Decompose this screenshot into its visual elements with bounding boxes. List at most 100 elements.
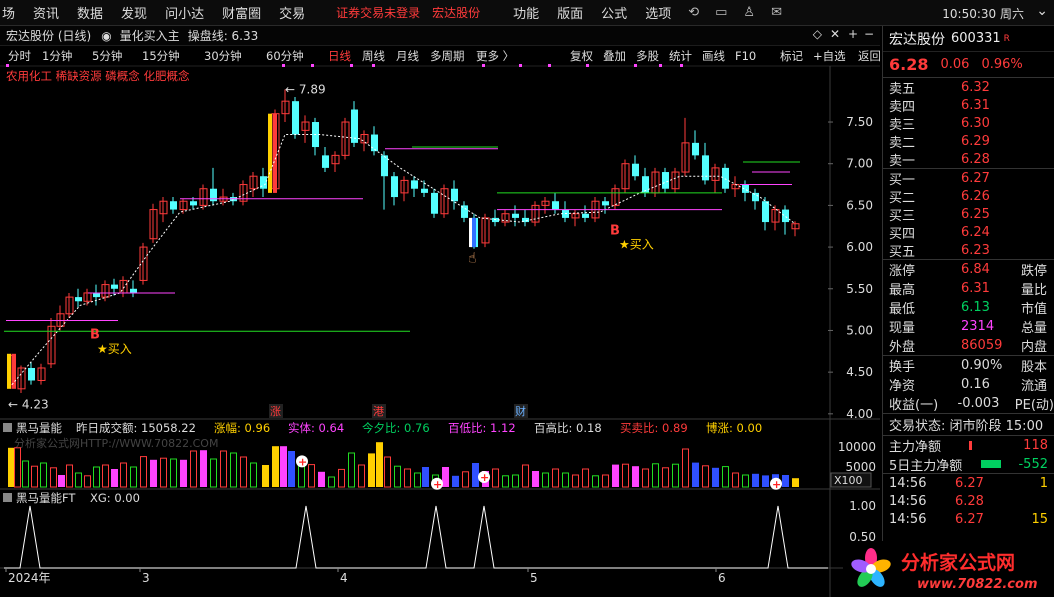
refresh-icon[interactable]: ⟲ xyxy=(680,5,707,20)
period-tab-8[interactable]: 月线 xyxy=(396,49,419,63)
event-badge-0[interactable]: 涨 xyxy=(270,405,281,418)
volume-bar xyxy=(66,464,73,488)
stock-code: 600331 xyxy=(951,31,1001,46)
volume-bar xyxy=(622,463,629,488)
sell-level-2[interactable]: 卖三 6.30 xyxy=(883,114,1054,133)
sell-level-4[interactable]: 卖一 6.28 xyxy=(883,150,1054,169)
message-icon[interactable]: ▭ xyxy=(707,5,735,20)
vol-stat-1: 涨幅: 0.96 xyxy=(214,421,270,435)
event-badge-2[interactable]: 财 xyxy=(515,404,526,418)
candle-body xyxy=(322,155,329,168)
chart-tool-6[interactable]: 标记 xyxy=(780,49,803,63)
indicator-line-value: 操盘线: 6.33 xyxy=(187,29,259,43)
period-tab-7[interactable]: 周线 xyxy=(362,49,385,63)
menu-item-news[interactable]: 资讯 xyxy=(24,3,68,22)
event-badge-1[interactable]: 港 xyxy=(373,405,384,418)
ft-indicator-name[interactable]: 黑马量能FT xyxy=(16,491,76,505)
buy-level-1[interactable]: 买二 6.26 xyxy=(883,187,1054,206)
menu-item-ask[interactable]: 问小达 xyxy=(156,3,213,22)
period-tab-1[interactable]: 1分钟 xyxy=(42,49,72,63)
sell-level-0[interactable]: 卖五 6.32 xyxy=(883,78,1054,97)
indicator-toggle-icon[interactable] xyxy=(3,493,12,502)
sell-level-1[interactable]: 卖四 6.31 xyxy=(883,96,1054,115)
volume-bar xyxy=(542,472,549,488)
signal-dot xyxy=(6,64,9,67)
candle-body xyxy=(130,288,137,293)
candle-body xyxy=(602,201,609,206)
diamond-icon[interactable]: ◇ xyxy=(809,27,826,41)
volume-bar xyxy=(348,452,355,488)
menu-item-options[interactable]: 选项 xyxy=(636,3,680,22)
volume-bar xyxy=(512,474,519,488)
candle-body xyxy=(451,188,458,202)
chart-tool-4[interactable]: 画线 xyxy=(702,49,725,63)
volume-bar xyxy=(462,471,469,488)
buy-book: 买一 6.27 买二 6.26 买三 6.25 买四 6.24 买五 6.23 xyxy=(883,169,1054,260)
minus-icon[interactable]: − xyxy=(860,27,878,41)
indicator-name[interactable]: 量化买入主 xyxy=(116,27,184,44)
menu-item-discover[interactable]: 发现 xyxy=(112,3,156,22)
plus-sign: + xyxy=(480,471,489,484)
buy-level-label: 买一 xyxy=(889,172,916,188)
buy-level-0[interactable]: 买一 6.27 xyxy=(883,169,1054,188)
menu-item-function[interactable]: 功能 xyxy=(504,3,548,22)
ft-signal-line xyxy=(4,505,828,569)
mail-icon[interactable]: ✉ xyxy=(763,5,790,20)
chevron-down-icon[interactable]: ⌄ xyxy=(1036,3,1048,19)
candle-body xyxy=(552,201,559,210)
candle-body xyxy=(421,188,428,193)
chart-tool-0[interactable]: 复权 xyxy=(570,49,593,63)
menu-item-wealth[interactable]: 财富圈 xyxy=(213,3,270,22)
menu-item-trade[interactable]: 交易 xyxy=(270,3,314,22)
signal-dot xyxy=(372,64,375,67)
highlight-candle xyxy=(469,217,472,248)
volume-bar xyxy=(792,478,799,487)
buy-level-3[interactable]: 买四 6.24 xyxy=(883,223,1054,242)
chart-tool-5[interactable]: F10 xyxy=(735,49,756,63)
current-stock-link[interactable]: 宏达股份 xyxy=(426,4,486,21)
menu-item-data[interactable]: 数据 xyxy=(68,3,112,22)
chart-tool-7[interactable]: +自选 xyxy=(813,49,846,63)
volume-bar xyxy=(502,475,509,488)
buy-level-2[interactable]: 买三 6.25 xyxy=(883,205,1054,224)
chart-tool-2[interactable]: 多股 xyxy=(636,49,659,63)
login-warning[interactable]: 证券交易未登录 xyxy=(330,4,426,21)
volume-bar xyxy=(240,456,247,488)
stat2-row-0: 换手 0.90% 股本 xyxy=(889,358,1048,375)
period-tab-5[interactable]: 60分钟 xyxy=(266,49,304,63)
menu-item-formula[interactable]: 公式 xyxy=(592,3,636,22)
period-tab-10[interactable]: 更多 〉 xyxy=(476,49,514,63)
period-tab-6[interactable]: 日线 xyxy=(328,49,351,63)
buy-level-price: 6.25 xyxy=(961,206,990,222)
menu-item-market[interactable]: 场 xyxy=(0,3,24,22)
vol-indicator-name[interactable]: 黑马量能 xyxy=(16,421,62,435)
sell-level-price: 6.28 xyxy=(961,151,990,167)
date-label: 5 xyxy=(530,571,538,585)
sell-level-label: 卖二 xyxy=(889,135,916,151)
indicator-toggle-icon[interactable]: ◉ xyxy=(97,29,115,43)
price-tick-label: 7.50 xyxy=(846,115,873,129)
close-icon[interactable]: ✕ xyxy=(826,27,844,41)
period-tab-9[interactable]: 多周期 xyxy=(430,49,465,63)
sell-level-3[interactable]: 卖二 6.29 xyxy=(883,132,1054,151)
price-change: 0.06 xyxy=(940,57,970,72)
period-tab-0[interactable]: 分时 xyxy=(8,49,31,63)
buy-level-4[interactable]: 买五 6.23 xyxy=(883,241,1054,260)
menu-item-layout[interactable]: 版面 xyxy=(548,3,592,22)
user-icon[interactable]: ♙ xyxy=(735,5,763,20)
signal-dot xyxy=(519,64,522,67)
period-tab-2[interactable]: 5分钟 xyxy=(92,49,122,63)
buy-label: ★买入 xyxy=(619,238,654,252)
chart-tool-1[interactable]: 叠加 xyxy=(603,49,626,63)
candle-body xyxy=(662,172,669,189)
period-tab-4[interactable]: 30分钟 xyxy=(204,49,242,63)
buy-level-label: 买二 xyxy=(889,190,916,206)
tick-list: 14:56 6.27 1 14:56 6.28 14:56 6.27 15 xyxy=(883,474,1054,528)
tick-row-2: 14:56 6.27 15 xyxy=(889,511,1048,527)
chart-tool-8[interactable]: 返回 xyxy=(858,49,880,63)
volume-bar xyxy=(40,462,47,488)
chart-tool-3[interactable]: 统计 xyxy=(669,49,692,63)
volume-bar xyxy=(298,465,305,488)
period-tab-3[interactable]: 15分钟 xyxy=(142,49,180,63)
indicator-toggle-icon[interactable] xyxy=(3,423,12,432)
